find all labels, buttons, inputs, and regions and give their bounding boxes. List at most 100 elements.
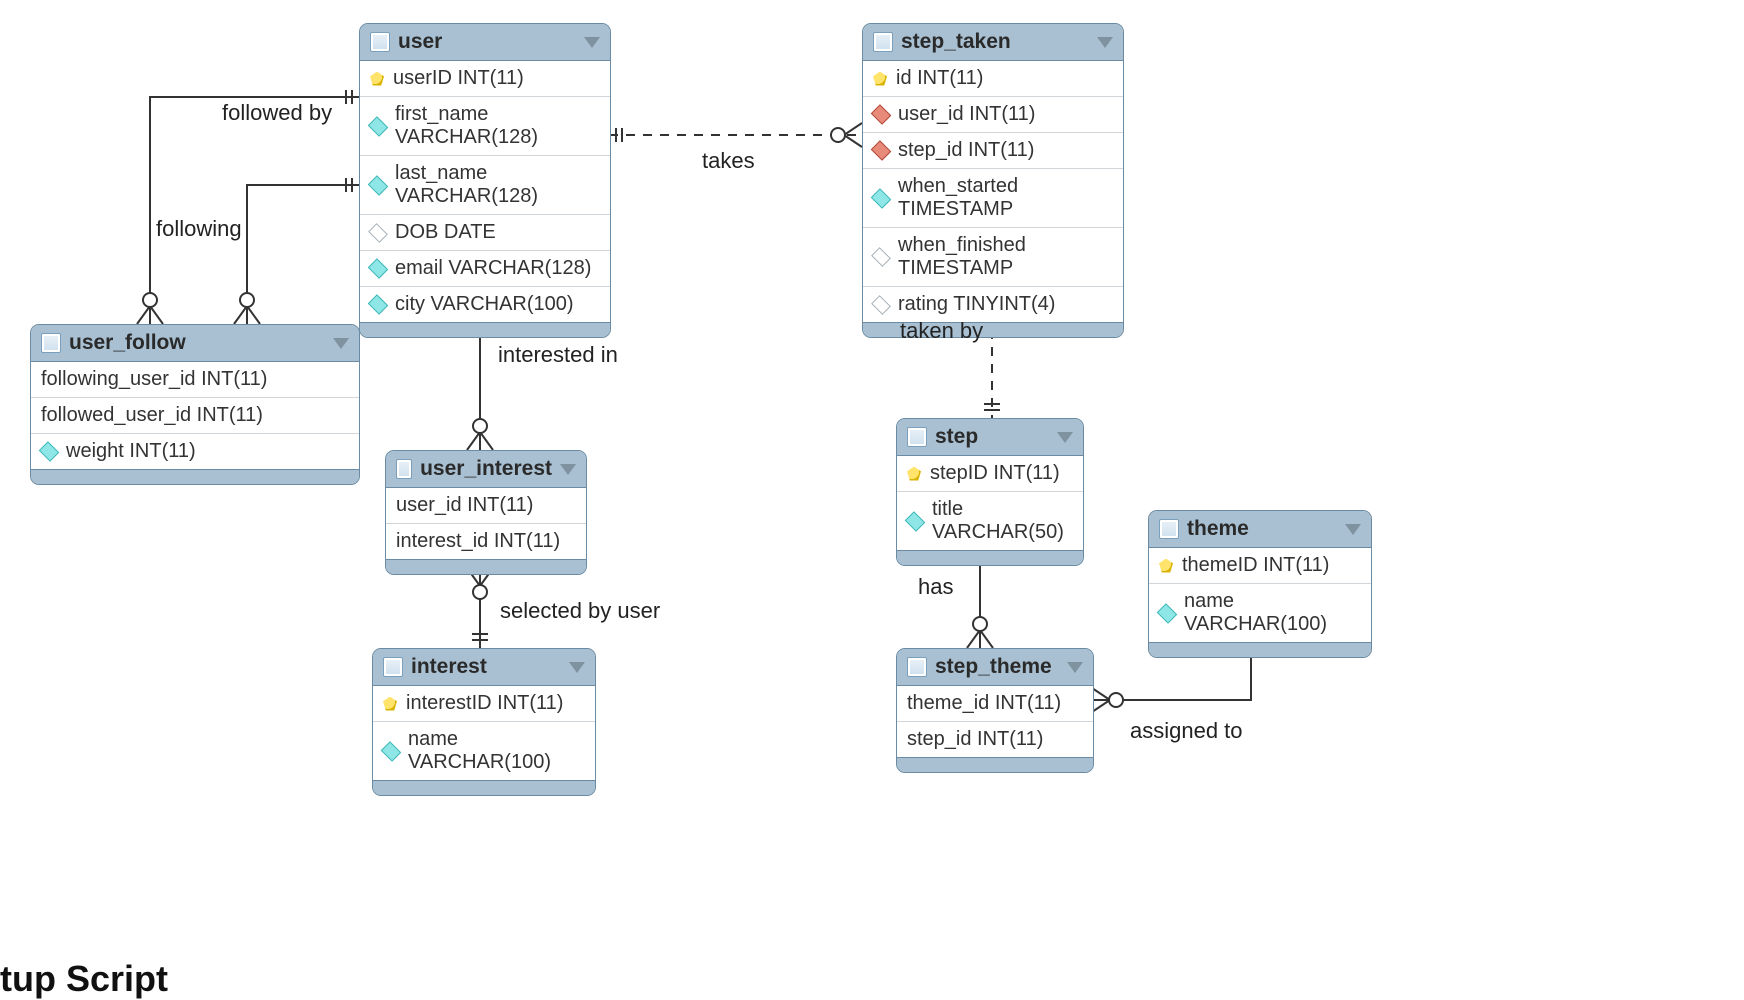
label-takes: takes (702, 148, 755, 174)
column-text: step_id INT(11) (898, 139, 1034, 162)
entity-footer (897, 550, 1083, 565)
pk-icon (370, 72, 384, 86)
entity-user[interactable]: user userID INT(11) first_name VARCHAR(1… (359, 23, 611, 338)
column-text: name VARCHAR(100) (408, 728, 585, 774)
entity-footer (386, 559, 586, 574)
column-list: interestID INT(11) name VARCHAR(100) (373, 686, 595, 780)
entity-step[interactable]: step stepID INT(11) title VARCHAR(50) (896, 418, 1084, 566)
entity-header: user (360, 24, 610, 61)
diamond-icon (905, 511, 926, 532)
column-row: followed_user_id INT(11) (31, 398, 359, 434)
entity-step-theme[interactable]: step_theme theme_id INT(11) step_id INT(… (896, 648, 1094, 773)
chevron-down-icon[interactable] (1057, 432, 1073, 443)
entity-step-taken[interactable]: step_taken id INT(11) user_id INT(11) st… (862, 23, 1124, 338)
table-icon (370, 32, 390, 52)
column-text: step_id INT(11) (907, 728, 1043, 751)
column-row: userID INT(11) (360, 61, 610, 97)
page-heading-cropped: tup Script (0, 958, 168, 1000)
pk-icon (873, 72, 887, 86)
erd-canvas: user userID INT(11) first_name VARCHAR(1… (0, 0, 1744, 1000)
table-icon (383, 657, 403, 677)
entity-theme[interactable]: theme themeID INT(11) name VARCHAR(100) (1148, 510, 1372, 658)
column-text: DOB DATE (395, 221, 496, 244)
label-selected-by: selected by user (500, 598, 660, 624)
column-text: city VARCHAR(100) (395, 293, 574, 316)
entity-header: step_theme (897, 649, 1093, 686)
column-text: interestID INT(11) (406, 692, 563, 715)
column-row: first_name VARCHAR(128) (360, 97, 610, 156)
column-text: weight INT(11) (66, 440, 196, 463)
column-text: following_user_id INT(11) (41, 368, 267, 391)
chevron-down-icon[interactable] (1097, 37, 1113, 48)
entity-interest[interactable]: interest interestID INT(11) name VARCHAR… (372, 648, 596, 796)
column-text: themeID INT(11) (1182, 554, 1329, 577)
diamond-icon (368, 116, 389, 137)
column-row: weight INT(11) (31, 434, 359, 469)
column-row: DOB DATE (360, 215, 610, 251)
column-row: stepID INT(11) (897, 456, 1083, 492)
column-row: user_id INT(11) (386, 488, 586, 524)
chevron-down-icon[interactable] (1067, 662, 1083, 673)
entity-footer (373, 780, 595, 795)
entity-title: interest (411, 655, 487, 679)
entity-user-interest[interactable]: user_interest user_id INT(11) interest_i… (385, 450, 587, 575)
chevron-down-icon[interactable] (584, 37, 600, 48)
pk-icon (907, 467, 921, 481)
label-followed-by: followed by (222, 100, 332, 126)
pk-icon (383, 697, 397, 711)
column-text: title VARCHAR(50) (932, 498, 1073, 544)
entity-title: user (398, 30, 442, 54)
column-text: name VARCHAR(100) (1184, 590, 1361, 636)
column-row: name VARCHAR(100) (373, 722, 595, 780)
chevron-down-icon[interactable] (560, 464, 576, 475)
entity-title: user_follow (69, 331, 186, 355)
fk-icon (871, 140, 892, 161)
chevron-down-icon[interactable] (333, 338, 349, 349)
fk-icon (871, 104, 892, 125)
entity-header: interest (373, 649, 595, 686)
column-row: step_id INT(11) (863, 133, 1123, 169)
diamond-icon (381, 741, 402, 762)
column-row: title VARCHAR(50) (897, 492, 1083, 550)
entity-title: step_taken (901, 30, 1011, 54)
column-text: user_id INT(11) (396, 494, 533, 517)
entity-header: theme (1149, 511, 1371, 548)
column-text: interest_id INT(11) (396, 530, 560, 553)
label-has: has (918, 574, 953, 600)
column-row: interestID INT(11) (373, 686, 595, 722)
column-list: userID INT(11) first_name VARCHAR(128) l… (360, 61, 610, 322)
column-list: user_id INT(11) interest_id INT(11) (386, 488, 586, 559)
entity-header: step_taken (863, 24, 1123, 61)
column-row: interest_id INT(11) (386, 524, 586, 559)
entity-title: user_interest (420, 457, 552, 481)
column-text: first_name VARCHAR(128) (395, 103, 600, 149)
column-row: id INT(11) (863, 61, 1123, 97)
column-text: user_id INT(11) (898, 103, 1035, 126)
diamond-icon (368, 175, 389, 196)
column-text: rating TINYINT(4) (898, 293, 1055, 316)
column-list: following_user_id INT(11) followed_user_… (31, 362, 359, 469)
diamond-icon (39, 441, 60, 462)
chevron-down-icon[interactable] (1345, 524, 1361, 535)
entity-header: step (897, 419, 1083, 456)
column-text: when_started TIMESTAMP (898, 175, 1113, 221)
entity-user-follow[interactable]: user_follow following_user_id INT(11) fo… (30, 324, 360, 485)
column-text: id INT(11) (896, 67, 983, 90)
diamond-icon (871, 247, 891, 267)
column-list: themeID INT(11) name VARCHAR(100) (1149, 548, 1371, 642)
entity-header: user_interest (386, 451, 586, 488)
entity-footer (31, 469, 359, 484)
entity-title: step_theme (935, 655, 1052, 679)
column-text: stepID INT(11) (930, 462, 1060, 485)
column-text: when_finished TIMESTAMP (898, 234, 1113, 280)
diamond-icon (871, 188, 892, 209)
diamond-icon (368, 258, 389, 279)
column-text: email VARCHAR(128) (395, 257, 591, 280)
table-icon (1159, 519, 1179, 539)
column-row: rating TINYINT(4) (863, 287, 1123, 322)
entity-footer (1149, 642, 1371, 657)
column-text: userID INT(11) (393, 67, 524, 90)
entity-header: user_follow (31, 325, 359, 362)
chevron-down-icon[interactable] (569, 662, 585, 673)
column-list: theme_id INT(11) step_id INT(11) (897, 686, 1093, 757)
